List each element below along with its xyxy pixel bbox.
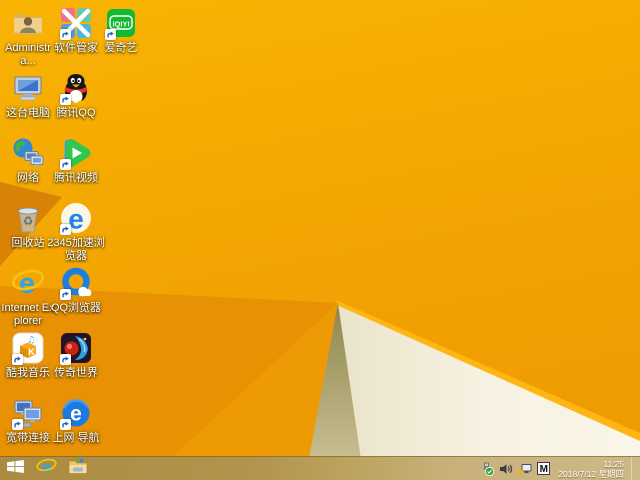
network-globe-icon (11, 136, 45, 170)
taskbar-ie-button[interactable]: e (30, 457, 62, 480)
icon-label: 腾讯QQ (56, 107, 96, 119)
desktop-icon-tencent-video[interactable]: 腾讯视频 (47, 136, 105, 185)
shortcut-arrow-icon (60, 354, 71, 365)
folder-icon (68, 458, 88, 479)
tencent-video-icon (59, 136, 93, 170)
shortcut-arrow-icon (60, 419, 71, 430)
taskbar-file-explorer-button[interactable] (62, 457, 94, 480)
svg-text:e: e (70, 403, 82, 426)
qq-browser-icon (59, 266, 93, 300)
shortcut-arrow-icon (12, 354, 23, 365)
software-manager-icon (59, 6, 93, 40)
ie-icon: e (35, 457, 57, 480)
recycle-bin-icon: ♻ (11, 201, 45, 235)
shortcut-arrow-icon (60, 224, 71, 235)
clock[interactable]: 11:25 2018/7/12 星期四 (558, 458, 624, 479)
tray-time: 11:25 (603, 459, 624, 469)
svg-text:iQIYI: iQIYI (112, 20, 129, 29)
usb-safely-remove-icon[interactable] (480, 462, 495, 476)
legend-world-game-icon (59, 331, 93, 365)
svg-text:K: K (28, 347, 35, 357)
qq-penguin-icon (59, 71, 93, 105)
ime-indicator[interactable]: M (537, 462, 551, 475)
user-folder-icon (11, 6, 45, 40)
svg-text:♫: ♫ (27, 336, 35, 346)
navigation-e-icon: e (59, 396, 93, 430)
desktop-icon-tencent-qq[interactable]: 腾讯QQ (47, 71, 105, 120)
iqiyi-icon: iQIYI (104, 6, 138, 40)
network-status-warning-icon[interactable] (518, 462, 532, 476)
shortcut-arrow-icon (60, 159, 71, 170)
ie-icon: e (11, 266, 45, 300)
shortcut-arrow-icon (60, 289, 71, 300)
blue-e-browser-icon: e (59, 201, 93, 235)
desktop-icon-web-navigation[interactable]: e 上网 导航 (47, 396, 105, 445)
kuwo-music-icon: K ♫ (11, 331, 45, 365)
computer-icon (11, 71, 45, 105)
desktop-icon-iqiyi[interactable]: iQIYI 爱奇艺 (92, 6, 150, 55)
desktop-icon-legend-world[interactable]: 传奇世界 (47, 331, 105, 380)
shortcut-arrow-icon (105, 29, 116, 40)
broadband-connection-icon (11, 396, 45, 430)
start-button[interactable] (0, 457, 30, 480)
desktop-icon-2345-browser[interactable]: e 2345加速浏览器 (47, 201, 105, 263)
icon-label: 2345加速浏览器 (47, 237, 105, 262)
icon-label: 腾讯视频 (54, 172, 98, 184)
shortcut-arrow-icon (60, 29, 71, 40)
desktop-icon-qq-browser[interactable]: QQ浏览器 (47, 266, 105, 315)
windows-logo-icon (6, 459, 24, 478)
desktop: Administra... 软件管家 iQIYI 爱奇艺 这台电脑 腾讯QQ 网… (0, 0, 640, 457)
screen: Administra... 软件管家 iQIYI 爱奇艺 这台电脑 腾讯QQ 网… (0, 0, 640, 480)
tray-date: 2018/7/12 星期四 (558, 469, 624, 479)
shortcut-arrow-icon (12, 419, 23, 430)
taskbar: e M 11:25 2018/7/12 星期四 (0, 456, 640, 480)
volume-icon[interactable] (499, 462, 513, 476)
icon-label: 传奇世界 (54, 367, 98, 379)
icon-label: QQ浏览器 (50, 302, 102, 314)
system-tray: M 11:25 2018/7/12 星期四 (480, 457, 640, 480)
shortcut-arrow-icon (60, 94, 71, 105)
icon-label: 上网 导航 (52, 432, 100, 444)
svg-text:♻: ♻ (23, 214, 34, 228)
icon-label: 爱奇艺 (104, 42, 138, 54)
show-desktop-button[interactable] (631, 457, 637, 480)
